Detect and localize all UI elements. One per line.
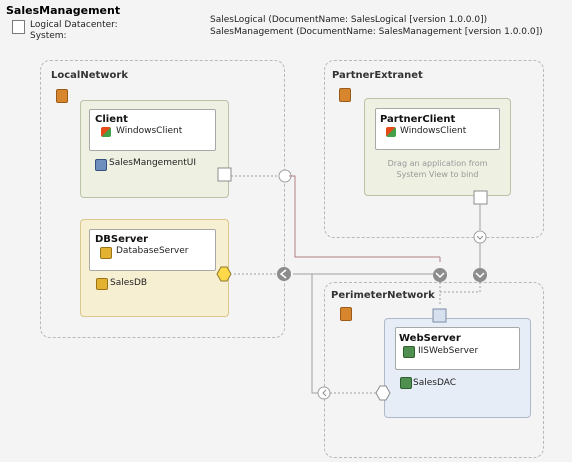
- perimeter-incoming-endpoint: [433, 268, 447, 282]
- perimeter-incoming-endpoint: [473, 268, 487, 282]
- partnerclient-endpoint: [473, 190, 488, 205]
- db-incoming-endpoint: [277, 267, 291, 281]
- client-endpoint: [217, 167, 232, 182]
- partner-zone-endpoint: [473, 230, 487, 244]
- connections-layer: [216, 167, 488, 401]
- connection-line: [311, 274, 318, 394]
- connection-line: [289, 175, 440, 258]
- db-endpoint: [216, 266, 232, 282]
- webserver-outgoing-endpoint: [375, 385, 391, 401]
- perimeter-outgoing-endpoint: [317, 386, 331, 400]
- webserver-endpoint: [432, 308, 447, 323]
- connection-line: [439, 282, 481, 305]
